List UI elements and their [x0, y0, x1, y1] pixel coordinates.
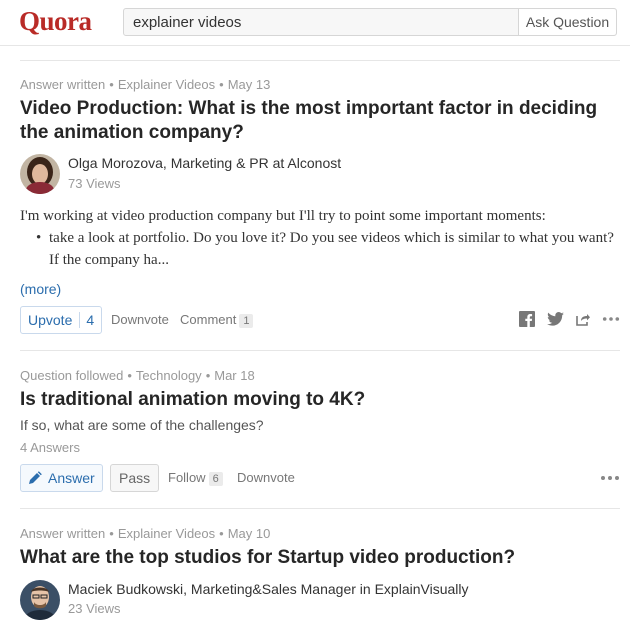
- upvote-count: 4: [79, 312, 94, 328]
- follow-button[interactable]: Follow 6: [168, 470, 223, 486]
- answer-preview[interactable]: I'm working at video production company …: [20, 205, 620, 271]
- pass-button[interactable]: Pass: [110, 464, 160, 492]
- meta-dot: •: [127, 368, 132, 383]
- answer-button[interactable]: Answer: [20, 464, 103, 492]
- avatar[interactable]: [20, 580, 60, 620]
- avatar-image: [20, 154, 60, 194]
- twitter-icon[interactable]: [546, 310, 564, 328]
- author-name[interactable]: Maciek Budkowski, Marketing&Sales Manage…: [68, 581, 468, 597]
- meta-type: Question followed: [20, 368, 124, 383]
- comment-count: 1: [239, 314, 254, 328]
- downvote-button[interactable]: Downvote: [111, 312, 169, 327]
- question-title[interactable]: What are the top studios for Startup vid…: [20, 546, 615, 570]
- meta-date: Mar 18: [214, 368, 255, 383]
- quora-logo[interactable]: Quora: [19, 6, 92, 37]
- action-bar: Upvote 4 Downvote Comment 1: [20, 306, 620, 334]
- answer-bullet: take a look at portfolio. Do you love it…: [36, 227, 620, 271]
- upvote-button[interactable]: Upvote 4: [20, 306, 103, 334]
- pencil-icon: [29, 471, 42, 484]
- meta-date: May 13: [227, 77, 271, 92]
- follow-label: Follow: [168, 470, 206, 485]
- follow-count: 6: [208, 472, 223, 486]
- meta-dot: •: [219, 526, 224, 541]
- meta-topic[interactable]: Explainer Videos: [118, 77, 215, 92]
- comment-label: Comment: [180, 312, 237, 327]
- feed-divider: [20, 508, 620, 509]
- feed-divider: [20, 350, 620, 351]
- upvote-label: Upvote: [28, 312, 73, 328]
- feed-item-meta: Question followed • Technology • Mar 18: [20, 368, 255, 383]
- feed-item-meta: Answer written • Explainer Videos • May 13: [20, 77, 270, 92]
- answer-label: Answer: [48, 470, 95, 486]
- more-dots-icon[interactable]: [602, 310, 620, 328]
- ask-question-button[interactable]: Ask Question: [518, 9, 616, 35]
- meta-dot: •: [109, 77, 114, 92]
- more-dots-icon[interactable]: [600, 468, 620, 486]
- action-bar: Answer Pass Follow 6 Downvote: [20, 464, 620, 492]
- answers-count[interactable]: 4 Answers: [20, 440, 80, 455]
- top-header: Quora Ask Question: [0, 0, 630, 46]
- meta-dot: •: [205, 368, 211, 383]
- author-name[interactable]: Olga Morozova, Marketing & PR at Alconos…: [68, 155, 341, 171]
- meta-type: Answer written: [20, 526, 106, 541]
- meta-type: Answer written: [20, 77, 106, 92]
- meta-dot: •: [109, 526, 114, 541]
- meta-topic[interactable]: Explainer Videos: [118, 526, 215, 541]
- share-icons: [518, 310, 620, 328]
- search-input[interactable]: [124, 9, 520, 35]
- feed-divider: [20, 60, 620, 61]
- question-details: If so, what are some of the challenges?: [20, 417, 264, 433]
- comment-button[interactable]: Comment 1: [180, 312, 254, 328]
- answer-list: take a look at portfolio. Do you love it…: [36, 227, 620, 271]
- feed-item-meta: Answer written • Explainer Videos • May 10: [20, 526, 270, 541]
- avatar-image: [20, 580, 60, 620]
- view-count: 23 Views: [68, 601, 121, 616]
- share-icon[interactable]: [574, 310, 592, 328]
- question-title[interactable]: Is traditional animation moving to 4K?: [20, 388, 615, 412]
- downvote-button[interactable]: Downvote: [237, 470, 295, 485]
- avatar[interactable]: [20, 154, 60, 194]
- search-bar: Ask Question: [123, 8, 617, 36]
- answer-paragraph: I'm working at video production company …: [20, 208, 546, 224]
- meta-date: May 10: [227, 526, 271, 541]
- meta-topic[interactable]: Technology: [136, 368, 202, 383]
- question-title[interactable]: Video Production: What is the most impor…: [20, 97, 615, 145]
- facebook-icon[interactable]: [518, 310, 536, 328]
- meta-dot: •: [219, 77, 224, 92]
- view-count: 73 Views: [68, 176, 121, 191]
- more-link[interactable]: (more): [20, 281, 61, 297]
